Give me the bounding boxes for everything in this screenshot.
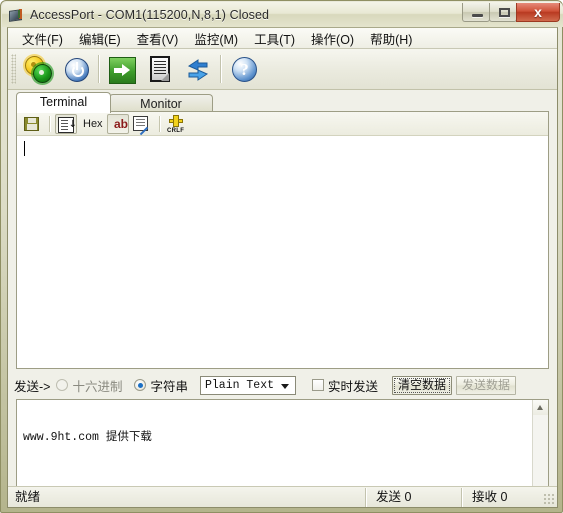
send-input-text: www.9ht.com 提供下载 <box>23 431 152 444</box>
close-icon: x <box>534 4 542 20</box>
menu-help[interactable]: 帮助(H) <box>362 28 420 50</box>
client-area: 文件(F) 编辑(E) 查看(V) 监控(M) 工具(T) 操作(O) 帮助(H… <box>7 27 558 508</box>
terminal-sub-toolbar: ↓ Hex ab CRLF <box>17 112 548 136</box>
send-control-bar: 发送-> 十六进制 字符串 Plain Text 实时发送 清空数据 发送数据 <box>8 371 557 399</box>
green-arrow-icon <box>109 57 136 84</box>
text-caret <box>24 141 25 156</box>
terminal-output[interactable] <box>17 136 548 368</box>
maximize-icon <box>499 8 510 17</box>
send-data-button[interactable]: 发送数据 <box>456 375 517 395</box>
power-icon <box>65 58 89 82</box>
sync-button[interactable] <box>179 51 217 87</box>
resize-grip[interactable] <box>543 493 554 504</box>
tab-terminal[interactable]: Terminal <box>16 92 111 113</box>
tab-strip: Terminal Monitor <box>8 90 557 113</box>
hex-mode-button[interactable]: Hex <box>79 114 105 134</box>
config-button[interactable] <box>19 51 57 87</box>
sub-separator-2 <box>159 115 161 132</box>
radio-string-wrapper[interactable]: 字符串 <box>134 376 188 395</box>
send-label: 发送-> <box>14 379 51 394</box>
menu-monitor[interactable]: 监控(M) <box>186 28 246 50</box>
clear-data-button[interactable]: 清空数据 <box>392 375 453 395</box>
radio-hex-label: 十六进制 <box>72 379 123 394</box>
menu-tools[interactable]: 工具(T) <box>246 28 303 50</box>
ab-label: ab <box>114 116 129 131</box>
ascii-mode-button[interactable]: ab <box>107 113 129 134</box>
help-icon: ? <box>232 57 257 82</box>
serial-port-icon <box>8 7 24 23</box>
hex-label: Hex <box>83 117 103 130</box>
crlf-button[interactable]: CRLF <box>165 114 187 134</box>
sub-separator-1 <box>49 115 51 132</box>
radio-hex[interactable] <box>56 379 69 391</box>
menu-bar: 文件(F) 编辑(E) 查看(V) 监控(M) 工具(T) 操作(O) 帮助(H… <box>8 28 557 49</box>
realtime-send-checkbox[interactable] <box>312 379 324 391</box>
crlf-label: CRLF <box>167 127 185 134</box>
realtime-send-wrapper[interactable]: 实时发送 <box>312 376 378 395</box>
config-gear-secondary-icon <box>33 64 52 83</box>
toolbar-grip[interactable] <box>11 54 16 84</box>
list-icon: ↓ <box>58 116 77 133</box>
document-button[interactable] <box>141 51 179 87</box>
terminal-panel: ↓ Hex ab CRLF <box>16 111 549 369</box>
menu-view[interactable]: 查看(V) <box>129 28 187 50</box>
window-controls: x <box>462 3 560 23</box>
realtime-send-label: 实时发送 <box>328 379 379 394</box>
status-sent-count: 发送 0 <box>365 487 461 507</box>
power-button[interactable] <box>57 51 95 87</box>
sync-arrows-icon <box>186 57 210 82</box>
document-icon <box>150 56 170 82</box>
list-view-button[interactable]: ↓ <box>55 113 77 134</box>
title-bar[interactable]: AccessPort - COM1(115200,N,8,1) Closed x <box>2 2 563 27</box>
radio-hex-wrapper[interactable]: 十六进制 <box>56 376 122 395</box>
scroll-up-icon[interactable] <box>533 400 548 415</box>
edit-checklist-button[interactable] <box>131 114 153 135</box>
main-toolbar: ? <box>8 49 557 90</box>
minimize-button[interactable] <box>462 3 490 22</box>
toolbar-separator-2 <box>220 55 222 83</box>
crlf-icon: CRLF <box>167 114 185 134</box>
menu-edit[interactable]: 编辑(E) <box>71 28 129 50</box>
toolbar-separator <box>98 55 100 83</box>
window-title: AccessPort - COM1(115200,N,8,1) Closed <box>30 7 270 22</box>
help-button[interactable]: ? <box>225 51 263 87</box>
format-select-value: Plain Text <box>205 378 275 392</box>
status-bar: 就绪 发送 0 接收 0 <box>8 486 557 507</box>
checklist-edit-icon <box>133 115 149 135</box>
radio-string[interactable] <box>134 379 147 391</box>
chevron-down-icon <box>281 383 289 389</box>
save-icon <box>24 116 39 131</box>
tab-monitor[interactable]: Monitor <box>109 94 213 112</box>
radio-string-label: 字符串 <box>150 379 188 394</box>
application-window: AccessPort - COM1(115200,N,8,1) Closed x… <box>0 0 563 513</box>
maximize-button[interactable] <box>489 3 517 22</box>
open-port-button[interactable] <box>103 51 141 87</box>
down-arrow-icon: ↓ <box>68 118 77 130</box>
close-button[interactable]: x <box>516 3 560 22</box>
minimize-icon <box>472 14 483 17</box>
menu-operate[interactable]: 操作(O) <box>303 28 362 50</box>
status-ready: 就绪 <box>15 489 41 504</box>
menu-file[interactable]: 文件(F) <box>14 28 71 50</box>
format-select[interactable]: Plain Text <box>200 375 296 395</box>
save-button[interactable] <box>21 114 43 134</box>
